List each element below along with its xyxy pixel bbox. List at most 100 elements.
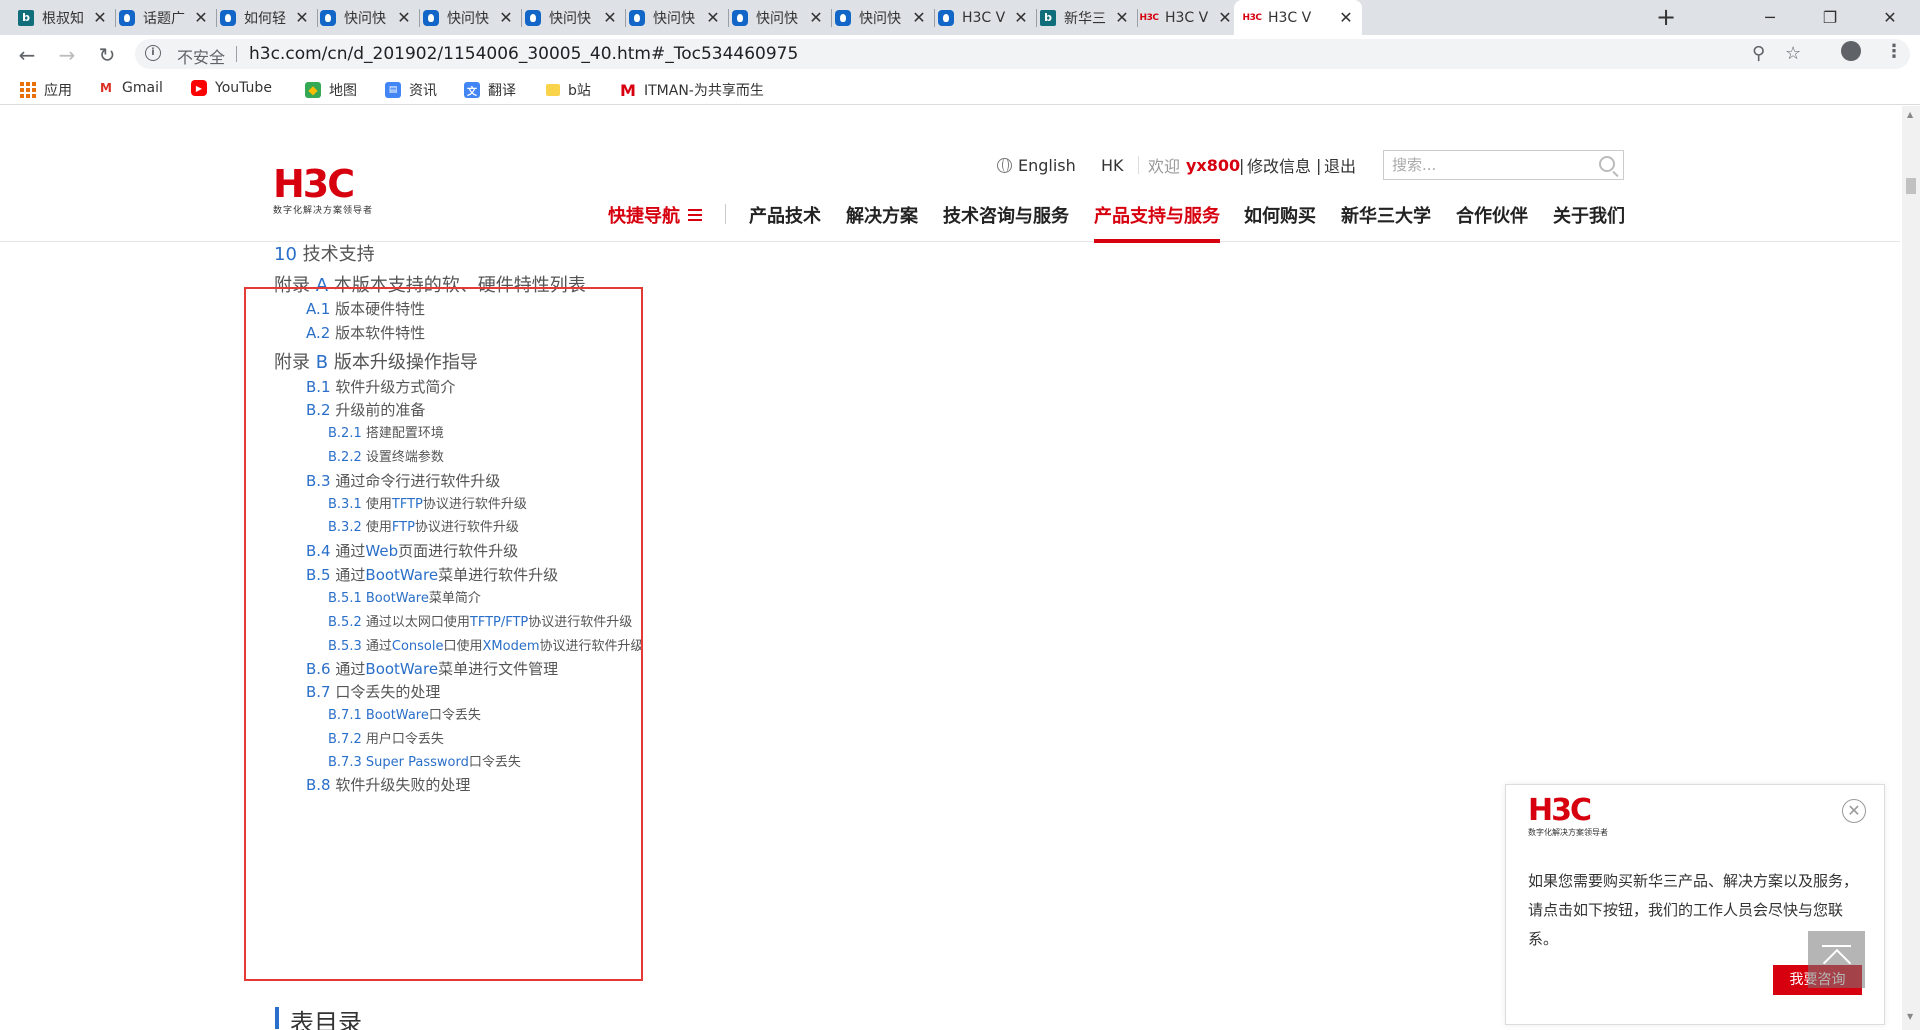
close-icon[interactable]: ✕ bbox=[294, 8, 310, 27]
bookmark-news[interactable]: ▤ 资讯 bbox=[385, 80, 437, 100]
logout-link[interactable]: 退出 bbox=[1324, 154, 1356, 176]
bookmark-gmail[interactable]: M Gmail bbox=[98, 80, 163, 96]
h3c-icon: H3C bbox=[1139, 12, 1159, 23]
bookmark-bilibili[interactable]: b站 bbox=[546, 80, 591, 100]
tab-title: 快问快 bbox=[344, 10, 386, 27]
apps-icon bbox=[20, 82, 36, 98]
browser-tab[interactable]: H3C H3C V ✕ bbox=[1131, 0, 1241, 35]
nav-how-to-buy[interactable]: 如何购买 bbox=[1244, 202, 1316, 228]
url-text[interactable]: h3c.com/cn/d_201902/1154006_30005_40.htm… bbox=[249, 44, 798, 64]
window-close-button[interactable]: ✕ bbox=[1860, 0, 1920, 35]
language-link[interactable]: English bbox=[1018, 156, 1076, 175]
bookmark-label: YouTube bbox=[215, 80, 272, 96]
browser-tab[interactable]: 快问快 ✕ bbox=[825, 0, 935, 35]
nav-consulting[interactable]: 技术咨询与服务 bbox=[943, 202, 1069, 228]
zhihu-icon bbox=[525, 9, 541, 26]
close-icon[interactable]: ✕ bbox=[1338, 8, 1354, 27]
search-input[interactable] bbox=[1384, 151, 1584, 179]
scroll-down-icon[interactable]: ▼ bbox=[1907, 1012, 1913, 1021]
menu-icon[interactable]: ⋮ bbox=[1885, 41, 1903, 62]
close-icon[interactable]: ✕ bbox=[1013, 8, 1029, 27]
browser-tab[interactable]: 如何轻 ✕ bbox=[210, 0, 318, 35]
close-icon[interactable]: ✕ bbox=[911, 8, 927, 27]
close-icon[interactable]: ✕ bbox=[498, 8, 514, 27]
browser-tab[interactable]: 快问快 ✕ bbox=[515, 0, 626, 35]
bookmark-maps[interactable]: ◆ 地图 bbox=[305, 80, 357, 100]
region-link[interactable]: HK bbox=[1101, 154, 1124, 176]
divider bbox=[725, 204, 726, 224]
browser-tab[interactable]: 快问快 ✕ bbox=[413, 0, 522, 35]
toc-text: 技术支持 bbox=[302, 244, 375, 265]
browser-tab[interactable]: b 根叔知 ✕ bbox=[8, 0, 116, 35]
edit-info-link[interactable]: 修改信息 bbox=[1247, 154, 1311, 176]
new-tab-button[interactable]: + bbox=[1656, 3, 1676, 31]
region-label[interactable]: HK bbox=[1101, 156, 1124, 175]
close-icon[interactable]: ✕ bbox=[92, 8, 108, 27]
active-nav-indicator bbox=[1094, 239, 1220, 243]
zhihu-icon bbox=[119, 9, 135, 26]
star-icon[interactable]: ☆ bbox=[1785, 43, 1801, 64]
tab-title: 如何轻 bbox=[244, 10, 286, 27]
toc-item[interactable]: 10 技术支持 bbox=[274, 240, 375, 266]
info-icon[interactable]: i bbox=[145, 45, 161, 61]
bookmark-label: ITMAN-为共享而生 bbox=[644, 83, 764, 99]
forward-button[interactable]: → bbox=[53, 41, 81, 69]
news-icon: ▤ bbox=[385, 82, 401, 98]
zoom-icon[interactable]: ⚲ bbox=[1752, 43, 1765, 64]
tab-title: 快问快 bbox=[447, 10, 489, 27]
browser-tab[interactable]: H3C V ✕ bbox=[928, 0, 1037, 35]
scroll-thumb[interactable] bbox=[1906, 178, 1916, 194]
search-icon[interactable] bbox=[1599, 156, 1615, 172]
browser-tab[interactable]: b 新华三 ✕ bbox=[1030, 0, 1138, 35]
close-icon[interactable]: ✕ bbox=[602, 8, 618, 27]
scroll-up-icon[interactable]: ▲ bbox=[1907, 110, 1913, 119]
back-button[interactable]: ← bbox=[13, 41, 41, 69]
zhihu-icon bbox=[220, 9, 236, 26]
browser-tab[interactable]: H3C H3C V ✕ bbox=[1234, 0, 1362, 35]
bookmark-youtube[interactable]: ▶ YouTube bbox=[191, 80, 272, 96]
close-icon[interactable]: ✕ bbox=[1842, 799, 1866, 823]
logo-slogan: 数字化解决方案领导者 bbox=[1528, 828, 1608, 837]
browser-tab[interactable]: 话题广 ✕ bbox=[109, 0, 217, 35]
nav-partners[interactable]: 合作伙伴 bbox=[1456, 202, 1528, 228]
close-icon[interactable]: ✕ bbox=[193, 8, 209, 27]
bookmark-apps[interactable]: 应用 bbox=[20, 80, 72, 100]
browser-tab[interactable]: 快问快 ✕ bbox=[722, 0, 832, 35]
close-icon[interactable]: ✕ bbox=[705, 8, 721, 27]
back-to-top-button[interactable] bbox=[1808, 931, 1865, 988]
bookmark-translate[interactable]: 文 翻译 bbox=[464, 80, 516, 100]
page-scrollbar[interactable]: ▲ ▼ bbox=[1902, 106, 1920, 1030]
minimize-button[interactable]: ─ bbox=[1740, 0, 1800, 35]
nav-solutions[interactable]: 解决方案 bbox=[846, 202, 918, 228]
language-switch[interactable]: English bbox=[997, 154, 1076, 176]
close-icon[interactable]: ✕ bbox=[1217, 8, 1233, 27]
popup-logo: H3C 数字化解决方案领导者 bbox=[1528, 796, 1608, 838]
bookmark-label: 应用 bbox=[44, 83, 72, 99]
browser-tab[interactable]: 快问快 ✕ bbox=[619, 0, 729, 35]
browser-tab[interactable]: 快问快 ✕ bbox=[310, 0, 420, 35]
maps-icon: ◆ bbox=[305, 82, 321, 98]
bing-icon: b bbox=[1040, 9, 1056, 26]
bookmark-itman[interactable]: M ITMAN-为共享而生 bbox=[620, 80, 764, 100]
reload-button[interactable]: ↻ bbox=[93, 41, 121, 69]
nav-label: 快捷导航 bbox=[608, 206, 680, 227]
close-icon[interactable]: ✕ bbox=[808, 8, 824, 27]
zhihu-icon bbox=[629, 9, 645, 26]
youtube-icon: ▶ bbox=[191, 80, 207, 96]
nav-university[interactable]: 新华三大学 bbox=[1341, 202, 1431, 228]
nav-products[interactable]: 产品技术 bbox=[749, 202, 821, 228]
bookmark-label: b站 bbox=[568, 83, 591, 99]
nav-quick-nav[interactable]: 快捷导航 bbox=[608, 202, 702, 228]
nav-support[interactable]: 产品支持与服务 bbox=[1094, 202, 1220, 228]
close-icon[interactable]: ✕ bbox=[1114, 8, 1130, 27]
main-nav: 快捷导航 产品技术 解决方案 技术咨询与服务 产品支持与服务 如何购买 新华三大… bbox=[0, 196, 1900, 243]
zhihu-icon bbox=[835, 9, 851, 26]
account-icon[interactable] bbox=[1841, 41, 1861, 61]
nav-about[interactable]: 关于我们 bbox=[1553, 202, 1625, 228]
separator: | bbox=[1239, 155, 1245, 175]
address-bar[interactable]: i 不安全 h3c.com/cn/d_201902/1154006_30005_… bbox=[135, 39, 1910, 69]
username-link[interactable]: yx800 bbox=[1186, 154, 1240, 176]
translate-icon: 文 bbox=[464, 82, 480, 98]
close-icon[interactable]: ✕ bbox=[396, 8, 412, 27]
restore-button[interactable]: ❐ bbox=[1800, 0, 1860, 35]
